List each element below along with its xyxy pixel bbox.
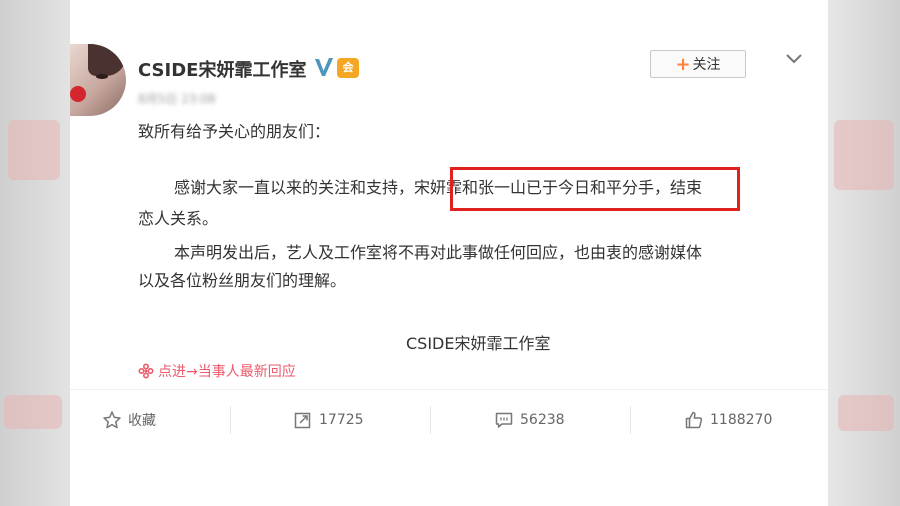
- blurred-backdrop-shape: [8, 120, 60, 180]
- vip-badge-icon: 会: [337, 58, 359, 78]
- follow-label: 关注: [692, 57, 721, 73]
- plus-icon: +: [675, 53, 691, 75]
- action-separator: [630, 406, 631, 434]
- p1-text-before: 感谢大家一直以来的关注和支持，: [174, 178, 415, 197]
- comment-button[interactable]: 56238: [494, 400, 565, 440]
- latest-response-link-label: 点进→当事人最新回应: [158, 364, 296, 380]
- avatar-eye: [96, 74, 108, 79]
- repost-icon: [294, 412, 311, 429]
- avatar-hair: [88, 44, 126, 76]
- action-bar-divider: [70, 389, 828, 390]
- avatar[interactable]: [70, 44, 126, 116]
- post-paragraph-1-line-2: 恋人关系。: [138, 209, 219, 228]
- latest-response-link[interactable]: 点进→当事人最新回应: [138, 361, 296, 381]
- chevron-down-icon[interactable]: [784, 49, 804, 69]
- follow-button[interactable]: + 关注: [650, 50, 746, 78]
- post-signature: CSIDE宋妍霏工作室: [406, 334, 551, 353]
- action-separator: [230, 406, 231, 434]
- blurred-backdrop-shape: [4, 395, 62, 429]
- post-timestamp[interactable]: 8月5日 23:08: [138, 90, 216, 106]
- left-backdrop: [0, 0, 70, 506]
- like-button[interactable]: 1188270: [684, 400, 772, 440]
- thumbs-up-icon: [685, 411, 703, 429]
- highlight-box: [450, 167, 740, 211]
- favorite-label: 收藏: [128, 413, 156, 429]
- repost-button[interactable]: 17725: [293, 400, 364, 440]
- action-bar: 收藏 17725 56238 1188270: [70, 400, 828, 440]
- favorite-button[interactable]: 收藏: [102, 400, 156, 440]
- weibo-post-card: CSIDE宋妍霏工作室 会 8月5日 23:08 + 关注 致所有给予关心的朋友…: [70, 0, 828, 506]
- flower-icon: [138, 363, 154, 379]
- action-separator: [430, 406, 431, 434]
- repost-count: 17725: [319, 412, 364, 428]
- blurred-backdrop-shape: [838, 395, 894, 431]
- comment-count: 56238: [520, 412, 565, 428]
- right-backdrop: [828, 0, 900, 506]
- post-paragraph-2-line-2: 以及各位粉丝朋友们的理解。: [138, 271, 347, 290]
- account-name[interactable]: CSIDE宋妍霏工作室: [138, 56, 306, 81]
- like-count: 1188270: [710, 412, 773, 428]
- verified-v-icon: [315, 58, 333, 76]
- avatar-lip: [70, 86, 86, 102]
- star-icon: [103, 411, 121, 429]
- post-greeting: 致所有给予关心的朋友们：: [138, 122, 331, 141]
- comment-icon: [495, 412, 513, 428]
- post-paragraph-2-line-1: 本声明发出后，艺人及工作室将不再对此事做任何回应，也由衷的感谢媒体: [174, 243, 703, 262]
- blurred-backdrop-shape: [834, 120, 894, 190]
